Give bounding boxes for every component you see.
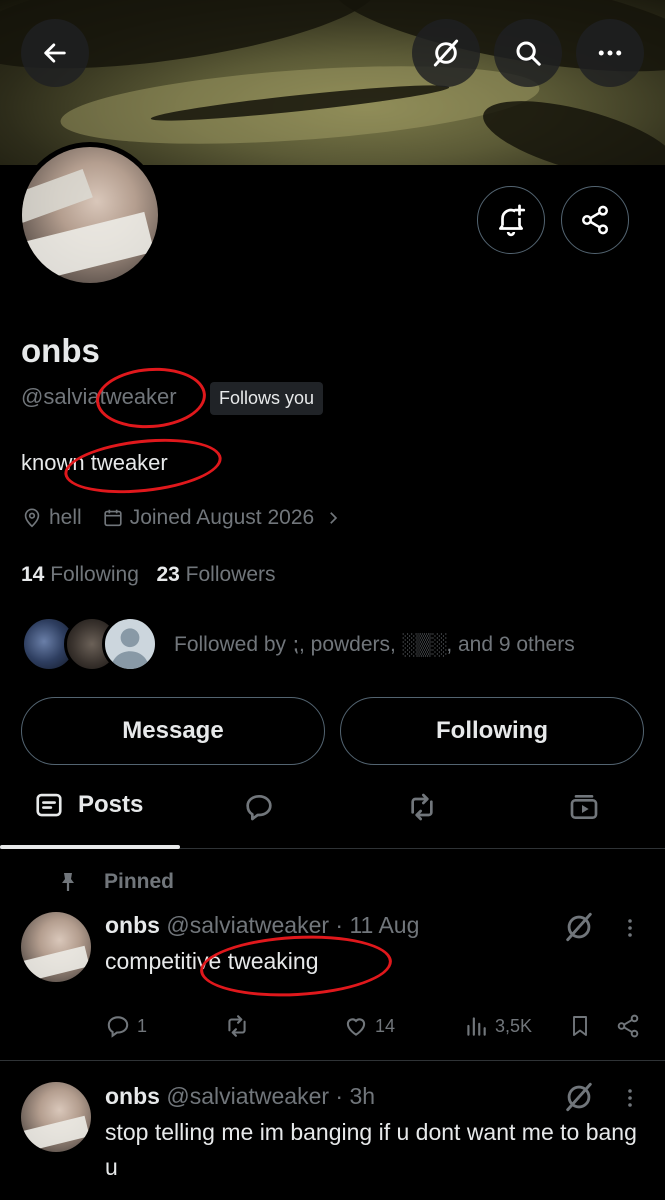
grok-button[interactable] — [412, 19, 480, 87]
back-button[interactable] — [21, 19, 89, 87]
more-horizontal-icon — [598, 50, 622, 56]
tab-reposts[interactable] — [405, 791, 439, 823]
profile-avatar[interactable] — [17, 142, 163, 288]
post-avatar[interactable] — [21, 1082, 91, 1152]
post-more-icon[interactable] — [618, 914, 642, 942]
red-annotation-circle — [94, 364, 208, 432]
reply-count: 1 — [137, 1015, 148, 1036]
post-meta: @salviatweaker · 3h — [166, 1083, 376, 1109]
post-share-button[interactable] — [615, 1013, 641, 1039]
views-button[interactable]: 3,5K — [463, 1013, 532, 1039]
tab-media[interactable] — [568, 791, 600, 823]
followed-by-text[interactable]: Followed by ⁏, powders, ░▒░, and 9 other… — [174, 632, 575, 657]
following-label: Following — [50, 563, 139, 586]
profile-name: onbs — [21, 332, 100, 369]
pinned-text: Pinned — [104, 870, 175, 893]
view-count: 3,5K — [495, 1015, 533, 1036]
location-text: hell — [49, 506, 82, 529]
grok-slash-icon[interactable] — [562, 1080, 596, 1114]
following-button[interactable]: Following — [340, 697, 644, 765]
follows-you-badge: Follows you — [210, 382, 324, 415]
post-divider — [0, 1060, 665, 1061]
post-author-name[interactable]: onbs — [105, 912, 160, 938]
tab-posts[interactable]: Posts — [34, 790, 143, 820]
message-button[interactable]: Message — [21, 697, 325, 765]
bookmark-button[interactable] — [568, 1013, 592, 1039]
search-button[interactable] — [494, 19, 562, 87]
like-button[interactable]: 14 — [343, 1013, 395, 1039]
bell-plus-icon — [499, 204, 526, 237]
followers-count: 23 — [156, 563, 180, 586]
search-icon — [516, 41, 541, 66]
repost-icon — [228, 1015, 246, 1037]
bookmark-icon — [573, 1016, 587, 1036]
share-profile-button[interactable] — [561, 186, 629, 254]
red-annotation-circle — [61, 431, 225, 501]
post-header: onbs @salviatweaker · 11 Aug — [105, 912, 419, 939]
post-meta: @salviatweaker · 11 Aug — [166, 912, 420, 938]
tab-replies[interactable] — [243, 791, 275, 823]
share-icon — [582, 205, 608, 235]
post-actions: 1 14 3,5K — [0, 1013, 665, 1043]
post-more-icon[interactable] — [618, 1084, 642, 1112]
following-link[interactable]: 14 Following — [21, 563, 139, 586]
more-button[interactable] — [576, 19, 644, 87]
like-count: 14 — [375, 1015, 396, 1036]
repost-button[interactable] — [222, 1013, 252, 1039]
grok-slash-icon — [433, 39, 459, 67]
views-bar-icon — [467, 1017, 486, 1036]
red-annotation-circle — [198, 931, 394, 1001]
reply-icon — [107, 1016, 129, 1038]
post-header: onbs @salviatweaker · 3h — [105, 1083, 375, 1110]
tab-active-indicator — [0, 845, 180, 849]
share-icon — [617, 1014, 639, 1038]
chevron-right-icon[interactable] — [324, 509, 342, 527]
reply-bubble-icon — [246, 795, 272, 821]
post-avatar[interactable] — [21, 912, 91, 982]
repost-icon — [411, 793, 433, 821]
avatar-image — [22, 147, 158, 283]
pinned-label: Pinned — [56, 870, 174, 894]
profile-meta: hell Joined August 2026 — [21, 506, 348, 530]
profile-banner[interactable] — [0, 0, 665, 165]
media-icon — [570, 795, 598, 819]
post-text: stop telling me im banging if u dont wan… — [105, 1119, 637, 1180]
pin-icon — [62, 873, 74, 891]
arrow-left-icon — [44, 43, 66, 63]
calendar-icon — [104, 509, 122, 527]
grok-slash-icon[interactable] — [562, 910, 596, 944]
heart-icon — [346, 1018, 366, 1036]
following-count: 14 — [21, 563, 45, 586]
followers-label: Followers — [185, 563, 276, 586]
followers-link[interactable]: 23 Followers — [156, 563, 275, 586]
reply-button[interactable]: 1 — [105, 1013, 147, 1039]
joined-date: Joined August 2026 — [129, 506, 315, 529]
notifications-button[interactable] — [477, 186, 545, 254]
follower-avatar-default[interactable] — [102, 616, 158, 672]
post-author-name[interactable]: onbs — [105, 1083, 160, 1109]
posts-icon — [36, 793, 62, 817]
tab-posts-label: Posts — [78, 791, 144, 818]
follow-counts: 14 Following 23 Followers — [21, 563, 276, 587]
default-user-icon — [111, 628, 149, 669]
location-icon — [24, 508, 40, 528]
